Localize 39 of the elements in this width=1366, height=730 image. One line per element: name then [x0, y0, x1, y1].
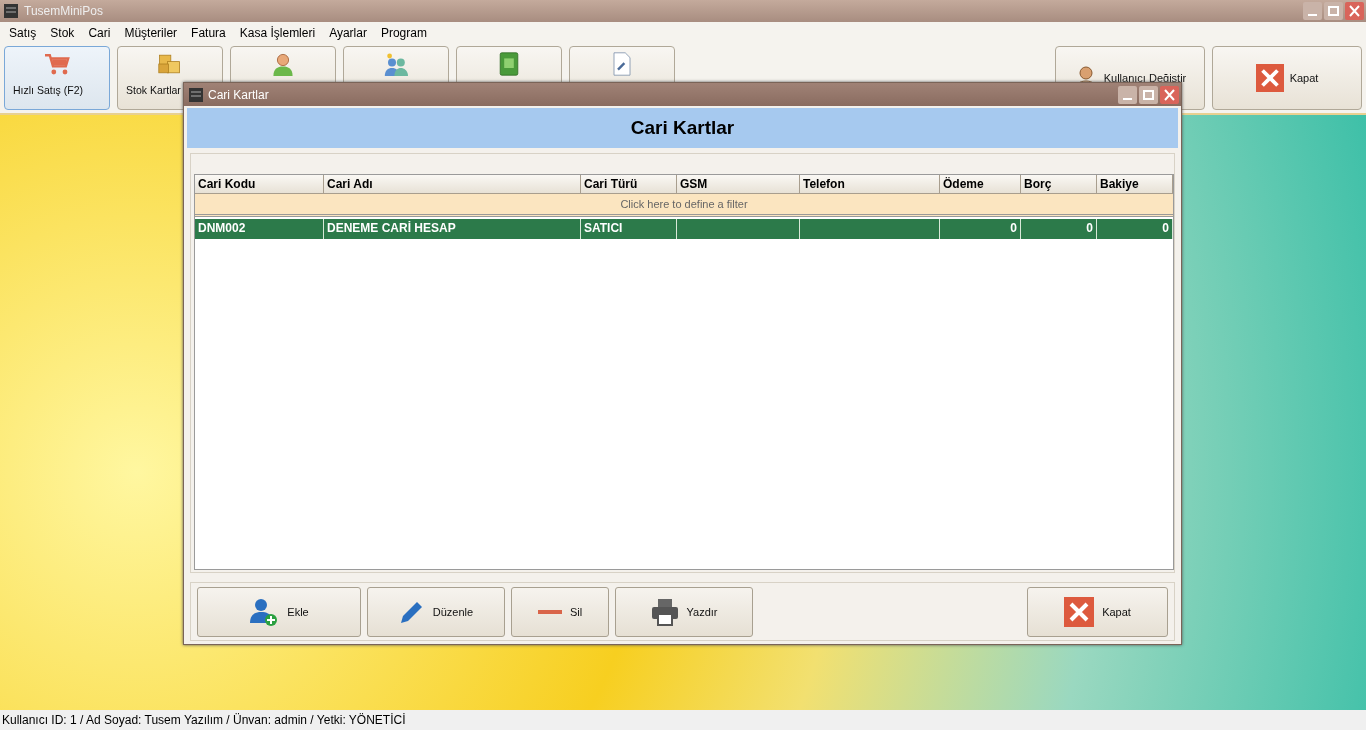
- app-icon: [189, 87, 203, 102]
- close-icon: [1064, 596, 1095, 627]
- table-cell: 0: [1097, 219, 1173, 239]
- menu-item[interactable]: Kasa İşlemleri: [232, 25, 323, 40]
- table-cell: DNM002: [195, 219, 324, 239]
- app-icon: [4, 4, 18, 18]
- status-text: Kullanıcı ID: 1 / Ad Soyad: Tusem Yazılım / Ünvan: admin / Yetki: YÖNETİCİ: [2, 713, 406, 727]
- table-cell: 0: [1021, 219, 1097, 239]
- menu-item[interactable]: Müşteriler: [117, 25, 185, 40]
- window-title: TusemMiniPos: [24, 4, 103, 18]
- maximize-icon[interactable]: [1139, 85, 1158, 104]
- filter-row[interactable]: Click here to define a filter: [195, 194, 1173, 217]
- dialog-button[interactable]: Yazdır: [615, 586, 753, 637]
- add-user-icon: [249, 596, 280, 627]
- menu-item[interactable]: Ayarlar: [322, 25, 374, 40]
- printer-icon: [650, 597, 679, 626]
- minimize-icon[interactable]: [1303, 2, 1322, 20]
- dialog-button[interactable]: Sil: [511, 586, 609, 637]
- table-cell: SATICI: [581, 219, 677, 239]
- toolbar-button[interactable]: Kapat: [1212, 46, 1362, 110]
- table-row[interactable]: DNM002 DENEME CARİ HESAP SATICI 0 0 0: [195, 219, 1173, 239]
- dialog-button[interactable]: Kapat: [1027, 586, 1168, 637]
- close-icon[interactable]: [1345, 2, 1364, 20]
- table-cell: DENEME CARİ HESAP: [324, 219, 581, 239]
- dialog-button[interactable]: Düzenle: [367, 586, 505, 637]
- minus-icon: [537, 609, 562, 614]
- close-icon[interactable]: [1160, 85, 1179, 104]
- close-icon: [1255, 64, 1284, 92]
- restore-icon[interactable]: [1324, 2, 1343, 20]
- table-cell: 0: [940, 219, 1021, 239]
- dialog-button[interactable]: Ekle: [197, 586, 361, 637]
- menu-item[interactable]: Fatura: [184, 25, 233, 40]
- menu-item[interactable]: Program: [373, 25, 434, 40]
- menu-item[interactable]: Stok: [43, 25, 82, 40]
- minimize-icon[interactable]: [1118, 85, 1137, 104]
- header-title: Cari Kartlar: [630, 117, 735, 139]
- menu-item[interactable]: Cari: [81, 25, 118, 40]
- menu-item[interactable]: Satış: [2, 25, 44, 40]
- toolbar-button[interactable]: Hızlı Satış (F2): [4, 46, 110, 110]
